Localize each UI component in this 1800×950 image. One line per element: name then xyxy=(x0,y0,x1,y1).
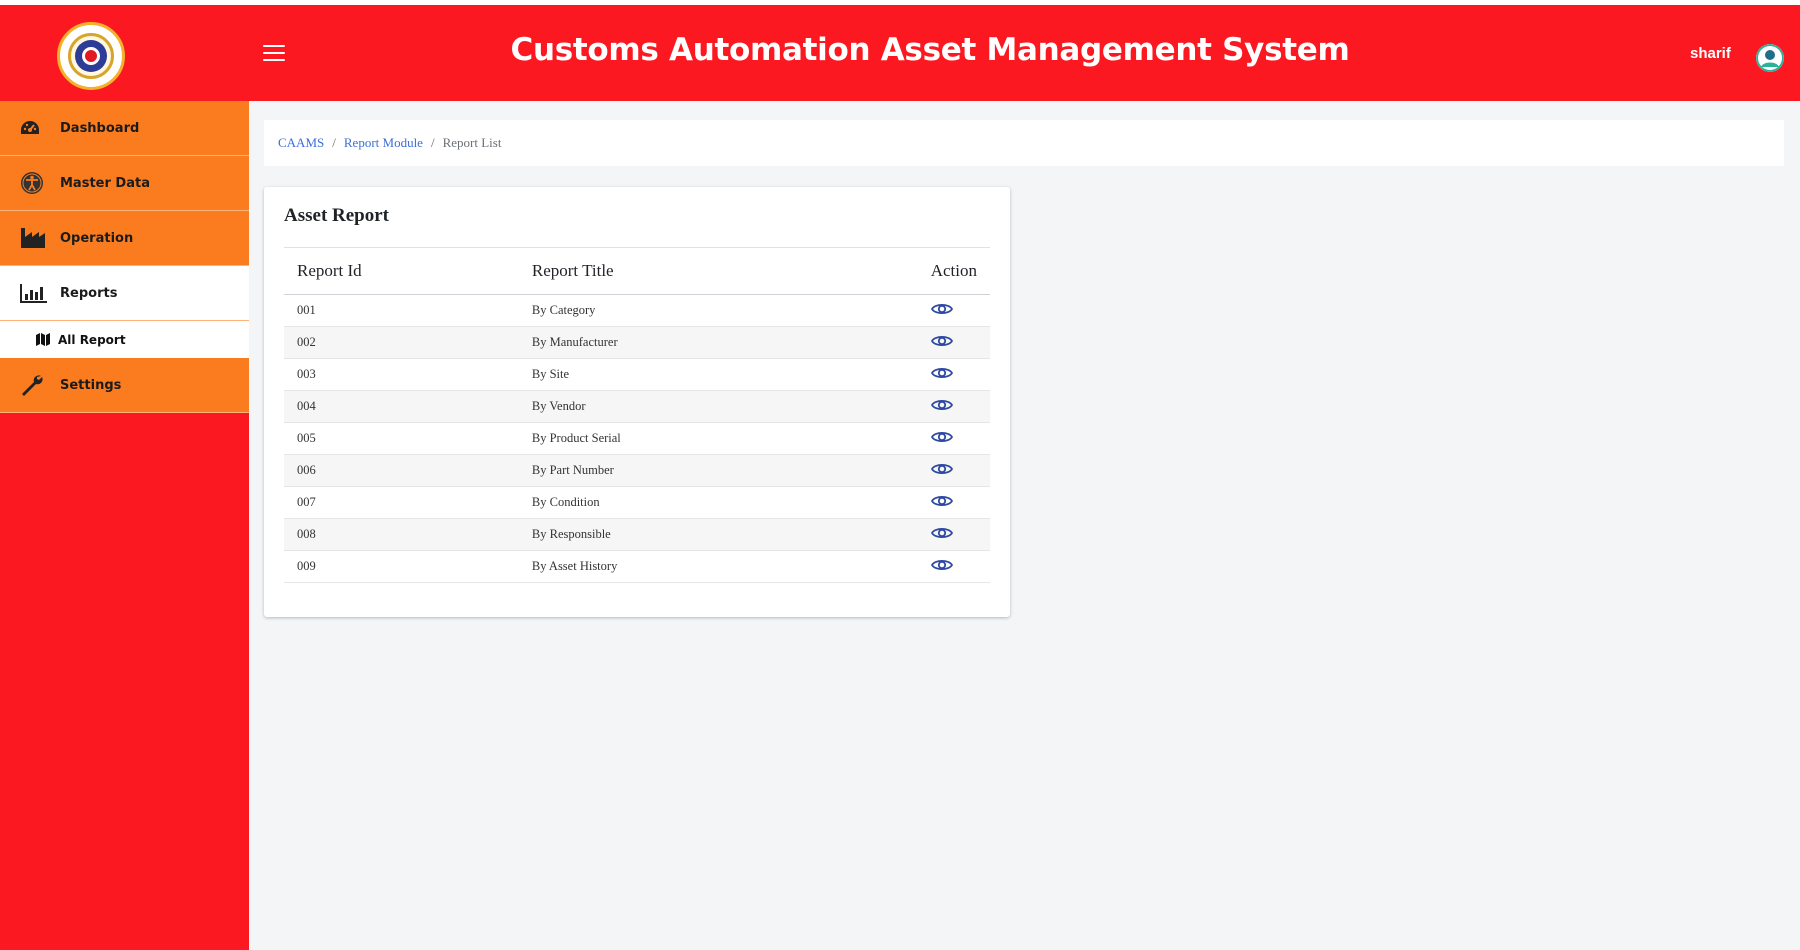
table-row: 008 By Responsible xyxy=(284,518,990,551)
action-cell xyxy=(917,326,990,359)
breadcrumb-link-root[interactable]: CAAMS xyxy=(278,135,324,151)
report-title-cell: By Product Serial xyxy=(518,422,918,455)
table-row: 001 By Category xyxy=(284,294,990,327)
action-cell xyxy=(917,518,990,551)
user-avatar-icon[interactable] xyxy=(1756,44,1784,72)
sidebar-subitem-all-report[interactable]: All Report xyxy=(0,321,249,358)
sidebar: Dashboard Master Data Operation Reports … xyxy=(0,101,249,950)
view-eye-icon[interactable] xyxy=(930,557,953,573)
table-row: 006 By Part Number xyxy=(284,454,990,487)
customs-logo xyxy=(57,22,125,90)
view-eye-icon[interactable] xyxy=(930,365,953,381)
report-title-cell: By Site xyxy=(518,358,918,391)
report-title-cell: By Condition xyxy=(518,486,918,519)
sidebar-item-dashboard[interactable]: Dashboard xyxy=(0,101,249,156)
sidebar-item-label: Reports xyxy=(60,285,118,301)
report-id-cell: 004 xyxy=(284,390,519,423)
column-header-report-id: Report Id xyxy=(284,247,519,295)
sidebar-subitem-label: All Report xyxy=(58,332,126,347)
report-title-cell: By Responsible xyxy=(518,518,918,551)
action-cell xyxy=(917,422,990,455)
report-title-cell: By Category xyxy=(518,294,918,327)
wrench-icon xyxy=(20,373,50,397)
view-eye-icon[interactable] xyxy=(930,461,953,477)
map-icon xyxy=(36,333,52,346)
report-id-cell: 005 xyxy=(284,422,519,455)
report-id-cell: 003 xyxy=(284,358,519,391)
report-id-cell: 001 xyxy=(284,294,519,327)
factory-icon xyxy=(20,226,50,250)
breadcrumb-separator: / xyxy=(430,135,435,150)
sidebar-item-label: Master Data xyxy=(60,175,150,191)
sidebar-item-master-data[interactable]: Master Data xyxy=(0,156,249,211)
sidebar-item-label: Settings xyxy=(60,377,122,393)
table-header-row: Report Id Report Title Action xyxy=(284,247,990,295)
view-eye-icon[interactable] xyxy=(930,397,953,413)
app-title: Customs Automation Asset Management Syst… xyxy=(510,32,1350,68)
table-row: 003 By Site xyxy=(284,358,990,391)
table-row: 004 By Vendor xyxy=(284,390,990,423)
dashboard-gauge-icon xyxy=(20,116,50,140)
sidebar-item-settings[interactable]: Settings xyxy=(0,358,249,413)
user-name[interactable]: sharif xyxy=(1690,45,1731,62)
asset-report-card: Asset Report Report Id Report Title Acti… xyxy=(264,187,1010,617)
report-table: Report Id Report Title Action 001 By Cate… xyxy=(284,247,990,583)
breadcrumb-separator: / xyxy=(332,135,336,150)
table-body: 001 By Category 002 By Manufacturer 003 By Si… xyxy=(284,294,990,583)
report-id-cell: 006 xyxy=(284,454,519,487)
report-id-cell: 008 xyxy=(284,518,519,551)
action-cell xyxy=(917,358,990,391)
table-row: 005 By Product Serial xyxy=(284,422,990,455)
view-eye-icon[interactable] xyxy=(930,301,953,317)
report-title-cell: By Vendor xyxy=(518,390,918,423)
report-id-cell: 007 xyxy=(284,486,519,519)
breadcrumb-current: Report List xyxy=(442,135,502,150)
report-title-cell: By Manufacturer xyxy=(518,326,918,359)
app-header: Customs Automation Asset Management Syst… xyxy=(0,5,1800,101)
report-id-cell: 002 xyxy=(284,326,519,359)
breadcrumb: CAAMS / Report Module / Report List xyxy=(264,120,1784,166)
table-row: 009 By Asset History xyxy=(284,550,990,583)
breadcrumb-link-module[interactable]: Report Module xyxy=(344,135,423,151)
main-content: CAAMS / Report Module / Report List Asse… xyxy=(249,101,1800,950)
sidebar-item-label: Dashboard xyxy=(60,120,140,136)
action-cell xyxy=(917,294,990,327)
column-header-action: Action xyxy=(917,247,990,295)
column-header-report-title: Report Title xyxy=(518,247,918,295)
report-id-cell: 009 xyxy=(284,550,519,583)
view-eye-icon[interactable] xyxy=(930,525,953,541)
action-cell xyxy=(917,390,990,423)
table-row: 007 By Condition xyxy=(284,486,990,519)
sidebar-item-label: Operation xyxy=(60,230,134,246)
card-title: Asset Report xyxy=(284,205,390,226)
action-cell xyxy=(917,486,990,519)
accessibility-icon xyxy=(20,171,50,195)
menu-toggle-icon[interactable] xyxy=(263,45,285,61)
bar-chart-icon xyxy=(20,281,50,305)
sidebar-item-operation[interactable]: Operation xyxy=(0,211,249,266)
view-eye-icon[interactable] xyxy=(930,493,953,509)
view-eye-icon[interactable] xyxy=(930,333,953,349)
action-cell xyxy=(917,454,990,487)
action-cell xyxy=(917,550,990,583)
sidebar-item-reports[interactable]: Reports xyxy=(0,266,249,321)
view-eye-icon[interactable] xyxy=(930,429,953,445)
report-title-cell: By Asset History xyxy=(518,550,918,583)
report-title-cell: By Part Number xyxy=(518,454,918,487)
table-row: 002 By Manufacturer xyxy=(284,326,990,359)
